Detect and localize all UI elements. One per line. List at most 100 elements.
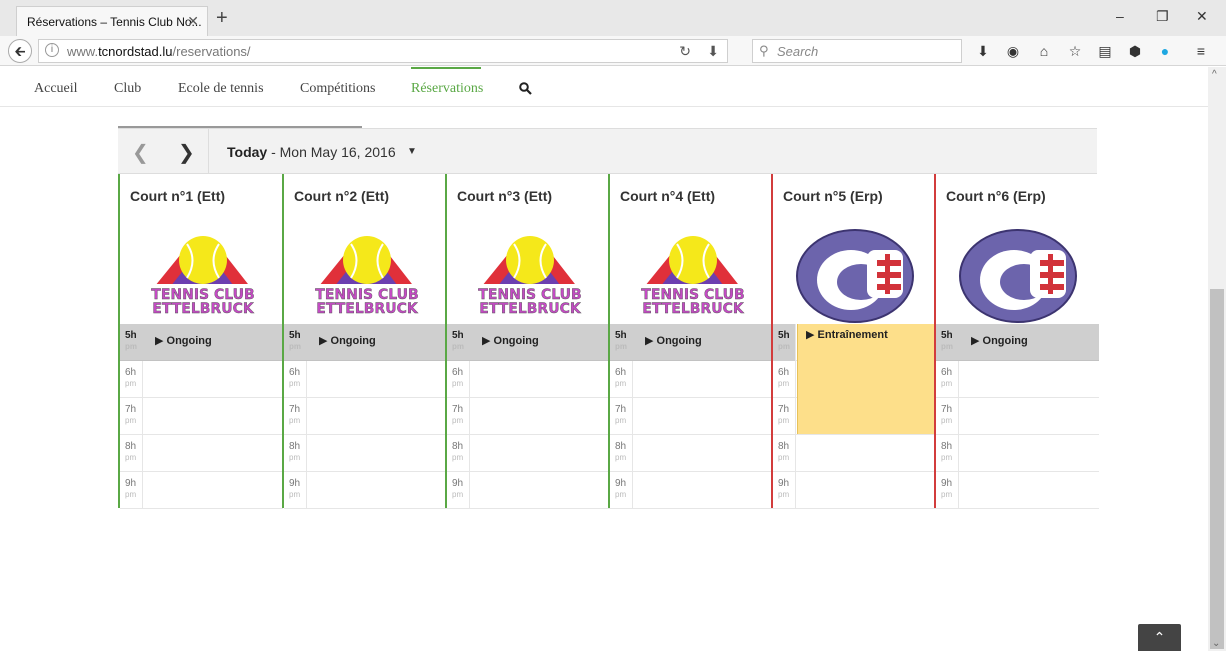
bookmark-star-icon[interactable]: ☆	[1066, 42, 1084, 60]
restore-icon[interactable]: ❐	[1156, 8, 1169, 25]
tennis-club-ettelbruck-logo: TENNIS CLUBETTELBRUCK	[630, 236, 756, 317]
court-title: Court n°1 (Ett)	[130, 188, 226, 204]
nav-ecole-de-tennis[interactable]: Ecole de tennis	[178, 81, 264, 97]
nav-accueil[interactable]: Accueil	[34, 81, 78, 97]
hour-label: 7h pm	[289, 404, 301, 425]
court-column: Court n°3 (Ett) TENNIS CLUB ETTELBRUCK 5h pm…	[445, 174, 610, 509]
hour-label: 6h pm	[941, 367, 953, 388]
tab-title: Réservations – Tennis Club No...	[27, 15, 202, 29]
home-icon[interactable]: ⌂	[1035, 42, 1053, 60]
search-icon[interactable]	[519, 82, 532, 95]
hour-label: 8h pm	[289, 441, 301, 462]
reading-list-icon[interactable]: ▤	[1096, 42, 1114, 60]
browser-navigation-bar: 🡰 i www.tcnordstad.lu/reservations/ ↻ ⬇ …	[0, 36, 1226, 66]
time-slot[interactable]: 8h pm	[120, 435, 283, 472]
menu-icon[interactable]: ≡	[1192, 42, 1210, 60]
previous-day-button[interactable]: ❮	[132, 140, 149, 165]
time-slot[interactable]: 9h pm	[610, 472, 773, 509]
court-column: Court n°6 (Erp) 5h pm ▶ Ongoing 6h pm 7h pm 8h pm…	[934, 174, 1099, 509]
info-icon[interactable]: i	[45, 43, 59, 57]
time-slot[interactable]: 9h pm	[284, 472, 447, 509]
ongoing-event[interactable]: ▶ Ongoing	[482, 334, 539, 347]
next-day-button[interactable]: ❯	[178, 140, 195, 165]
back-to-top-button[interactable]: ⌃	[1138, 624, 1181, 651]
hour-label: 9h pm	[289, 478, 301, 499]
time-slot[interactable]: 5h pm ▶ Ongoing	[610, 324, 773, 361]
time-slot[interactable]: 5h pm ▶ Ongoing	[447, 324, 610, 361]
chevron-down-icon[interactable]: ▼	[407, 146, 417, 157]
time-slot[interactable]: 5h pm ▶ Ongoing	[936, 324, 1099, 361]
court-title: Court n°3 (Ett)	[457, 188, 553, 204]
hour-label: 9h pm	[615, 478, 627, 499]
date-selector[interactable]: Today - Mon May 16, 2016	[227, 144, 396, 160]
minimize-icon[interactable]: –	[1116, 8, 1124, 24]
new-tab-button[interactable]: +	[216, 7, 228, 30]
reload-icon[interactable]: ↻	[679, 43, 691, 60]
time-slot[interactable]: 9h pm	[936, 472, 1099, 509]
page-scrollbar[interactable]: ^ ⌄	[1208, 67, 1226, 651]
nav-club[interactable]: Club	[114, 81, 141, 97]
time-slot[interactable]: 9h pm	[120, 472, 283, 509]
ongoing-event[interactable]: ▶ Ongoing	[319, 334, 376, 347]
hour-label: 9h pm	[941, 478, 953, 499]
scrollbar-thumb[interactable]	[1210, 289, 1224, 649]
ongoing-event[interactable]: ▶ Ongoing	[645, 334, 702, 347]
svg-text:ETTELBRUCK: ETTELBRUCK	[479, 301, 582, 317]
skype-icon[interactable]: ●	[1156, 42, 1174, 60]
time-slot[interactable]: 7h pm	[447, 398, 610, 435]
hour-label: 5h pm	[941, 330, 953, 351]
time-slot[interactable]: 7h pm	[936, 398, 1099, 435]
time-slot[interactable]: 9h pm	[447, 472, 610, 509]
browser-search-input[interactable]: ⚲ Search	[752, 39, 962, 63]
hour-label: 5h pm	[452, 330, 464, 351]
time-slot[interactable]: 7h pm	[610, 398, 773, 435]
hour-label: 8h pm	[778, 441, 790, 462]
hour-label: 7h pm	[125, 404, 137, 425]
scroll-up-icon[interactable]: ^	[1212, 69, 1217, 80]
time-slot[interactable]: 8h pm	[610, 435, 773, 472]
time-slot[interactable]: 6h pm	[610, 361, 773, 398]
hour-label: 7h pm	[941, 404, 953, 425]
close-window-icon[interactable]: ✕	[1196, 8, 1208, 25]
time-slot[interactable]: 5h pm ▶ Ongoing	[284, 324, 447, 361]
time-slot[interactable]: 8h pm	[773, 435, 936, 472]
chat-icon[interactable]: ◉	[1004, 42, 1022, 60]
active-nav-indicator	[411, 67, 481, 69]
time-slot[interactable]: 6h pm	[447, 361, 610, 398]
back-icon[interactable]: 🡰	[8, 39, 32, 63]
time-slot[interactable]: 8h pm	[936, 435, 1099, 472]
time-slot[interactable]: 8h pm	[284, 435, 447, 472]
browser-tab[interactable]: Réservations – Tennis Club No... ✕	[16, 6, 208, 36]
court-column: Court n°4 (Ett) TENNIS CLUB ETTELBRUCK 5h pm…	[608, 174, 773, 509]
hour-label: 9h pm	[452, 478, 464, 499]
court-column: Court n°1 (Ett) TENNIS CLUB ETTELBRUCK 5h pm…	[118, 174, 283, 509]
time-slot[interactable]: 7h pm	[284, 398, 447, 435]
ongoing-event[interactable]: ▶ Ongoing	[971, 334, 1028, 347]
ongoing-event[interactable]: ▶ Ongoing	[155, 334, 212, 347]
nav-reservations[interactable]: Réservations	[411, 81, 483, 97]
scroll-down-icon[interactable]: ⌄	[1212, 638, 1220, 649]
url-bar[interactable]: i www.tcnordstad.lu/reservations/ ↻ ⬇	[38, 39, 728, 63]
time-slot[interactable]: 5h pm ▶ Ongoing	[120, 324, 283, 361]
hour-label: 6h pm	[778, 367, 790, 388]
time-slot[interactable]: 6h pm	[284, 361, 447, 398]
booking-block[interactable]: ▶ Entraînement	[797, 324, 936, 434]
nav-competitions[interactable]: Compétitions	[300, 81, 375, 97]
tennis-club-ettelbruck-logo: TENNIS CLUBETTELBRUCK	[467, 236, 593, 317]
time-slot[interactable]: 6h pm	[936, 361, 1099, 398]
time-slot[interactable]: 7h pm	[120, 398, 283, 435]
time-slot[interactable]: 9h pm	[773, 472, 936, 509]
downloads-icon[interactable]: ⬇	[974, 42, 992, 60]
close-tab-icon[interactable]: ✕	[187, 13, 199, 30]
hour-label: 8h pm	[941, 441, 953, 462]
hour-label: 6h pm	[289, 367, 301, 388]
time-slot[interactable]: 8h pm	[447, 435, 610, 472]
time-slot[interactable]: 6h pm	[120, 361, 283, 398]
tennis-club-ettelbruck-logo: TENNIS CLUBETTELBRUCK	[140, 236, 266, 317]
url-text: www.tcnordstad.lu/reservations/	[67, 44, 251, 59]
download-icon[interactable]: ⬇	[707, 43, 719, 60]
court-title: Court n°2 (Ett)	[294, 188, 390, 204]
extension-icon[interactable]: ⬢	[1126, 42, 1144, 60]
hour-label: 6h pm	[125, 367, 137, 388]
tc-erpeldange-logo	[959, 229, 1077, 323]
